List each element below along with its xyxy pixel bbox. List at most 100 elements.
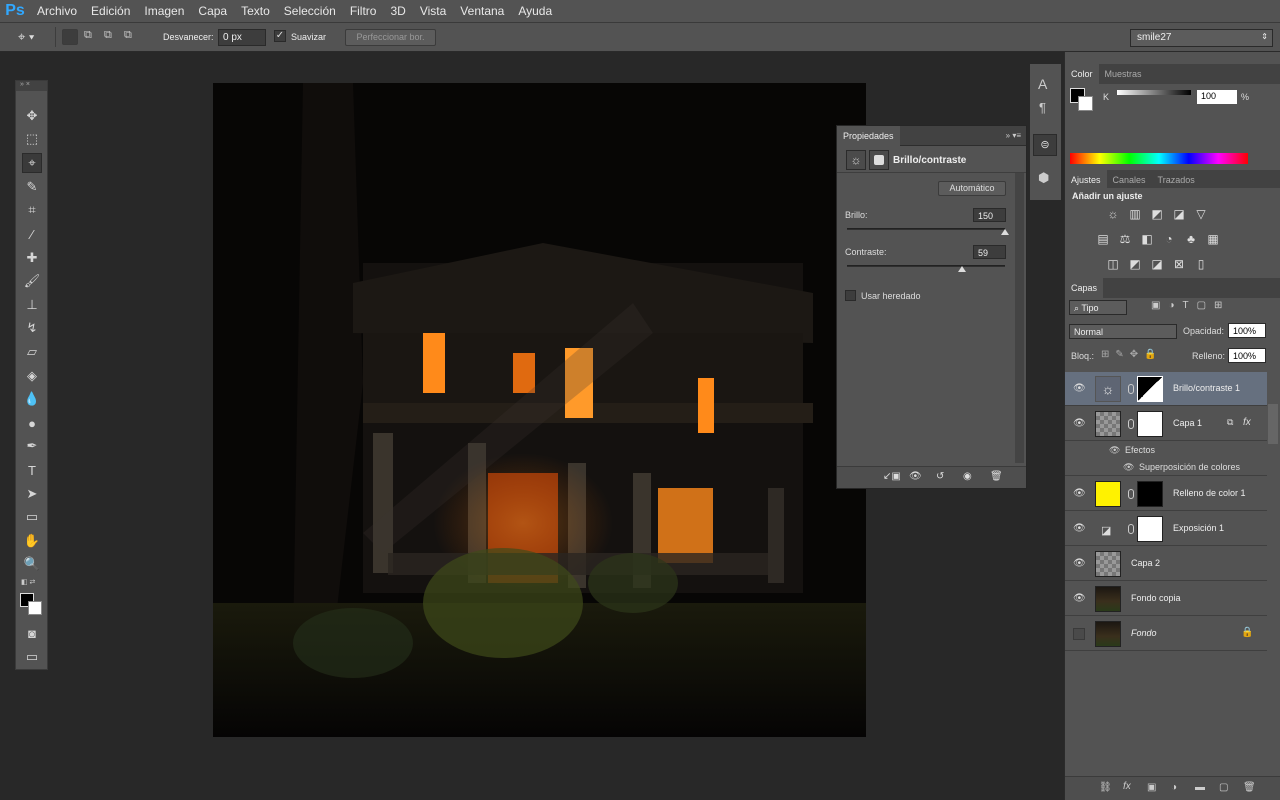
vibrance-adjustment-icon[interactable]: ▽	[1193, 207, 1209, 221]
layer-row[interactable]: 👁 Capa 1 ⧉ fx	[1065, 407, 1267, 441]
toolbox-grip[interactable]: » ×	[16, 81, 47, 91]
k-value-input[interactable]: 100	[1197, 90, 1237, 104]
layer-mask-thumbnail[interactable]	[1137, 376, 1163, 402]
crop-tool-icon[interactable]: ⌗	[22, 200, 42, 220]
levels-adjustment-icon[interactable]: ▥	[1127, 207, 1143, 221]
new-adjustment-icon[interactable]: ◑	[1171, 782, 1177, 793]
clip-to-layer-icon[interactable]: ↙▣	[883, 471, 901, 482]
auto-button[interactable]: Automático	[938, 181, 1006, 196]
quick-select-tool-icon[interactable]: ✎	[22, 177, 42, 197]
color-background-swatch[interactable]	[1078, 96, 1093, 111]
character-panel-icon[interactable]: A	[1038, 76, 1047, 92]
intersect-selection-icon[interactable]: ⧉	[124, 29, 140, 45]
lock-icons[interactable]: ⊞✎✥🔒	[1101, 349, 1163, 360]
tab-adjustments[interactable]: Ajustes	[1065, 170, 1107, 188]
trash-icon[interactable]: 🗑	[990, 471, 1003, 482]
contrast-slider-knob[interactable]	[957, 266, 966, 272]
brush-tool-icon[interactable]: 🖌	[22, 271, 42, 291]
quick-mask-icon[interactable]: ◙	[22, 623, 42, 643]
link-icon[interactable]	[1128, 524, 1134, 534]
tab-channels[interactable]: Canales	[1107, 170, 1152, 188]
visibility-icon[interactable]: ◉	[963, 471, 972, 482]
healing-tool-icon[interactable]: ✚	[22, 248, 42, 268]
move-tool-icon[interactable]: ✥	[22, 106, 42, 126]
bw-adjustment-icon[interactable]: ◧	[1139, 232, 1155, 246]
menu-texto[interactable]: Texto	[234, 0, 277, 22]
layers-scrollbar[interactable]	[1268, 404, 1278, 444]
effect-eye-icon[interactable]: 👁	[1123, 462, 1134, 473]
properties-scrollbar[interactable]	[1015, 173, 1024, 463]
menu-imagen[interactable]: Imagen	[137, 0, 191, 22]
visibility-toggle-empty[interactable]	[1073, 628, 1085, 640]
layer-row[interactable]: Fondo 🔒	[1065, 617, 1267, 651]
background-color-swatch[interactable]	[28, 601, 42, 615]
tab-layers[interactable]: Capas	[1065, 278, 1104, 298]
menu-archivo[interactable]: Archivo	[30, 0, 84, 22]
lasso-tool-icon[interactable]: ⌖	[22, 153, 42, 173]
delete-layer-icon[interactable]: 🗑	[1243, 782, 1256, 793]
brightness-slider-knob[interactable]	[1001, 229, 1009, 235]
workspace-select[interactable]: smile27 ⇕	[1130, 29, 1273, 47]
new-group-icon[interactable]: ▬	[1195, 782, 1205, 793]
eye-icon[interactable]: 👁	[1073, 523, 1086, 535]
menu-capa[interactable]: Capa	[191, 0, 234, 22]
link-layers-icon[interactable]: ⛓	[1099, 782, 1112, 793]
menu-ayuda[interactable]: Ayuda	[511, 0, 559, 22]
pen-tool-icon[interactable]: ✒	[22, 436, 42, 456]
path-select-tool-icon[interactable]: ➤	[22, 484, 42, 504]
swap-colors-icon[interactable]: ◧ ⇄	[21, 578, 41, 586]
eye-icon[interactable]: 👁	[1073, 383, 1086, 395]
effects-eye-icon[interactable]: 👁	[1109, 445, 1120, 456]
gradient-map-adjustment-icon[interactable]: ▯	[1193, 257, 1209, 271]
fx-icon[interactable]: fx	[1243, 417, 1251, 428]
eye-icon[interactable]: 👁	[1073, 593, 1086, 605]
stamp-tool-icon[interactable]: ⊥	[22, 295, 42, 315]
menu-filtro[interactable]: Filtro	[343, 0, 384, 22]
brightness-slider[interactable]	[847, 228, 1005, 230]
3d-panel-icon[interactable]: ⬢	[1038, 170, 1049, 186]
menu-seleccion[interactable]: Selección	[277, 0, 343, 22]
refine-edge-button[interactable]: Perfeccionar bor.	[345, 29, 436, 46]
eye-icon[interactable]: 👁	[1073, 558, 1086, 570]
menu-3d[interactable]: 3D	[383, 0, 412, 22]
mask-icon[interactable]	[869, 150, 889, 170]
channel-mixer-adjustment-icon[interactable]: ♣	[1183, 232, 1199, 246]
layer-name[interactable]: Capa 1	[1173, 418, 1202, 428]
invert-adjustment-icon[interactable]: ◫	[1105, 257, 1121, 271]
k-slider[interactable]	[1117, 90, 1191, 95]
effects-row[interactable]: 👁 Efectos	[1065, 442, 1267, 459]
effect-row[interactable]: 👁 Superposición de colores	[1065, 459, 1267, 476]
add-style-icon[interactable]: fx	[1123, 781, 1131, 792]
layer-name[interactable]: Capa 2	[1131, 558, 1160, 568]
filter-icons[interactable]: ▣◑T▢⊞	[1151, 300, 1230, 311]
document-canvas[interactable]	[213, 83, 866, 737]
layer-row[interactable]: 👁 Relleno de color 1	[1065, 477, 1267, 511]
blur-tool-icon[interactable]: 💧	[22, 389, 42, 409]
threshold-adjustment-icon[interactable]: ◪	[1149, 257, 1165, 271]
brightness-adjustment-icon[interactable]: ☼	[1105, 207, 1121, 221]
brightness-input[interactable]: 150	[973, 208, 1006, 222]
tab-color[interactable]: Color	[1065, 64, 1099, 84]
exposure-adjustment-icon[interactable]: ◪	[1171, 207, 1187, 221]
layer-mask-thumbnail[interactable]	[1137, 516, 1163, 542]
layer-row[interactable]: 👁 ◪ Exposición 1	[1065, 512, 1267, 546]
layer-mask-thumbnail[interactable]	[1137, 411, 1163, 437]
color-spectrum-ramp[interactable]	[1070, 153, 1248, 164]
layer-name[interactable]: Fondo	[1131, 628, 1157, 638]
tab-properties[interactable]: Propiedades	[837, 125, 900, 146]
screen-mode-icon[interactable]: ▭	[22, 647, 42, 667]
layer-mask-thumbnail[interactable]	[1137, 481, 1163, 507]
sun-icon[interactable]: ☼	[846, 150, 866, 170]
selective-color-adjustment-icon[interactable]: ⊠	[1171, 257, 1187, 271]
link-icon[interactable]	[1128, 419, 1134, 429]
polygonal-lasso-preset-icon[interactable]: ⌖ ▾	[18, 29, 48, 47]
history-brush-tool-icon[interactable]: ↯	[22, 318, 42, 338]
reset-icon[interactable]: ↺	[936, 471, 944, 482]
fill-input[interactable]: 100%	[1228, 348, 1266, 363]
layer-name[interactable]: Relleno de color 1	[1173, 488, 1246, 498]
add-selection-icon[interactable]: ⧉	[84, 29, 100, 45]
photo-filter-adjustment-icon[interactable]: ◔	[1161, 232, 1177, 246]
tab-paths[interactable]: Trazados	[1152, 170, 1201, 188]
color-lookup-adjustment-icon[interactable]: ▦	[1205, 232, 1221, 246]
eye-icon[interactable]: 👁	[1073, 418, 1086, 430]
